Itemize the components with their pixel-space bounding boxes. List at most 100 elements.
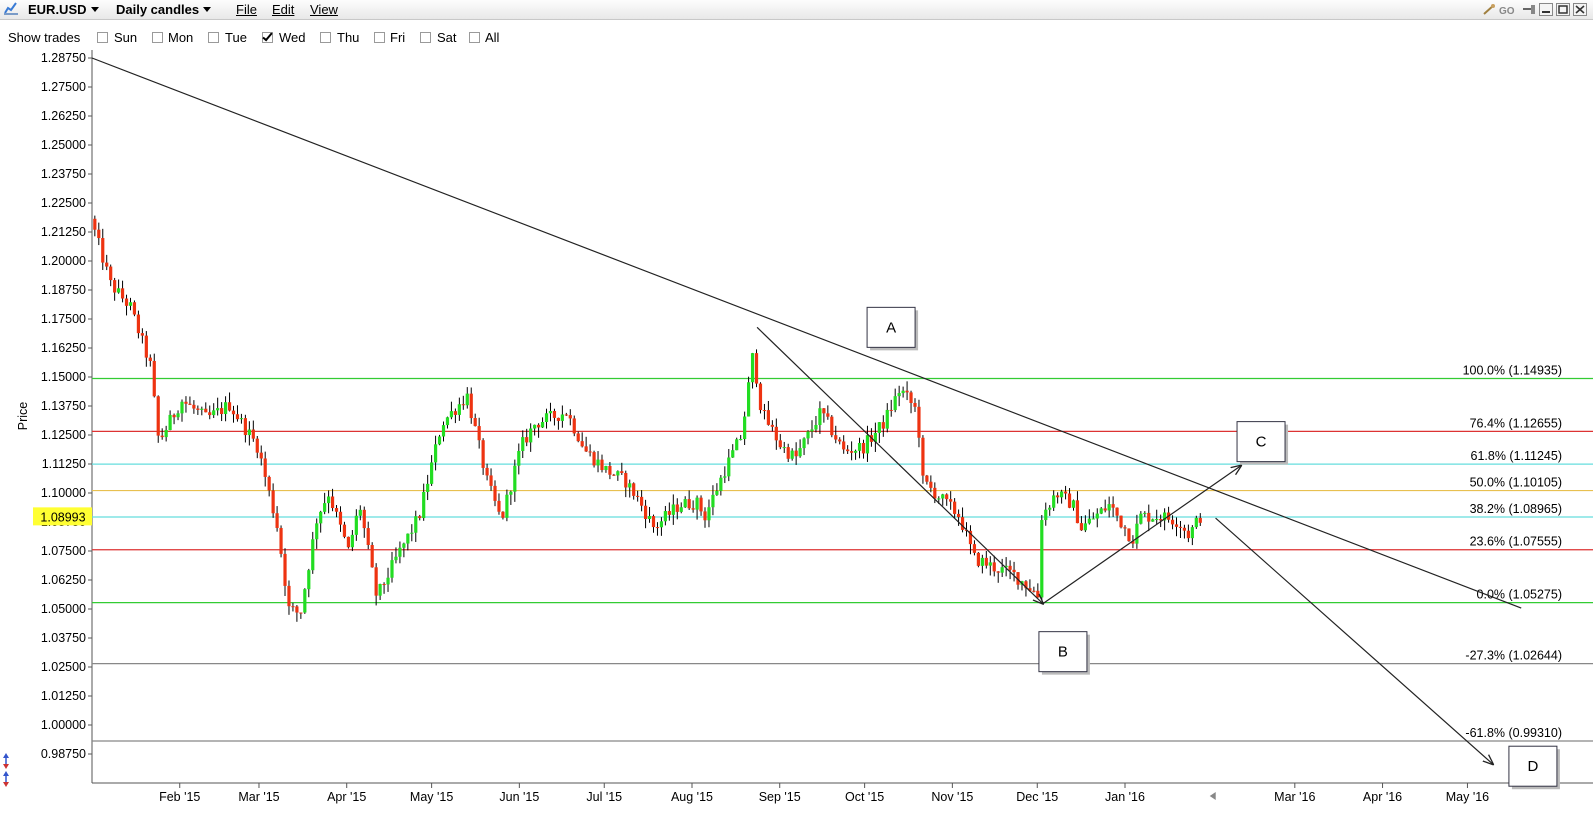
show-trades-bar: Show trades Sun Mon Tue Wed Thu Fri Sat … [0,28,1593,48]
candle-down [132,302,137,315]
candle-down [933,487,937,499]
candle-down [651,516,656,528]
candle-down [1115,507,1119,516]
candle-down [703,511,707,521]
candle-down [330,496,335,509]
candle-up [319,511,323,524]
candle-down [493,485,497,501]
candle-up [358,509,362,516]
candle-down [279,527,283,554]
candle-up [560,414,564,421]
checkbox-sun-label: Sun [114,30,138,45]
checkbox-fri-label: Fri [390,30,406,45]
y-axis-ticks: 1.28750 1.27500 1.26250 1.25000 1.23750 1.225… [41,51,92,761]
close-icon[interactable] [1573,2,1587,16]
candle-down [283,553,287,586]
vertical-scale-icon[interactable] [3,771,9,787]
candle-up [735,439,739,451]
checkbox-sat[interactable] [420,32,431,43]
drawing-objects[interactable]: A B C D [91,57,1560,790]
candle-down [754,353,759,384]
checkbox-all[interactable] [469,32,480,43]
candle-down [160,435,164,438]
candle-down [1123,527,1127,529]
candle-down [1119,515,1123,528]
menu-view[interactable]: View [310,2,338,17]
candle-down [136,314,141,334]
checkbox-mon[interactable] [152,32,163,43]
x-tick-label: Sep '15 [759,790,801,804]
candle-up [394,556,398,561]
x-axis-ticks: Feb '15 Mar '15 Apr '15 May '15 Jun '15 Jul '… [159,783,1489,804]
vertical-scale-icon[interactable] [3,753,9,769]
candle-up [1139,513,1143,524]
x-tick-label: Aug '15 [671,790,713,804]
candle-up [727,457,731,477]
candle-up [659,521,664,528]
y-tick-label: 1.12500 [41,428,86,442]
candle-down [1079,523,1084,531]
checkbox-wed-label: Wed [279,30,306,45]
candle-up [663,511,667,522]
scale-buttons[interactable] [3,753,9,787]
checkbox-wed[interactable] [262,32,273,43]
candle-up [509,491,513,495]
label-text: D [1527,758,1538,775]
badge-text: 1.08993 [40,510,85,524]
checkbox-thu[interactable] [320,32,331,43]
candle-up [683,499,687,508]
candle-down [881,422,885,429]
candle-up [1194,517,1198,528]
y-tick-label: 1.26250 [41,109,86,123]
candle-down [299,612,303,614]
candle-down [552,411,557,418]
candle-down [204,408,208,413]
candle-up [818,408,822,425]
candle-up [937,498,941,500]
price-chart[interactable]: Price 100.0% (1.14935) 76.4% (1.12655) 61.… [0,50,1593,824]
candle-down [140,333,144,336]
minimize-icon[interactable] [1539,2,1553,16]
link-icon[interactable] [1482,3,1496,16]
data-end-marker [1209,792,1216,800]
fib-level-label: 61.8% (1.11245) [1471,449,1563,463]
candle-down [338,511,343,525]
menu-file[interactable]: File [236,2,257,17]
candle-down [1103,508,1107,511]
candle-down [786,447,790,459]
checkbox-mon-label: Mon [168,30,194,45]
y-tick-label: 1.11250 [42,457,86,471]
candle-up [1143,512,1147,514]
fib-level-label: 76.4% (1.12655) [1470,416,1562,430]
candle-down [346,536,351,548]
candle-down [188,403,192,405]
menu-edit[interactable]: Edit [272,2,294,17]
label-text: C [1256,434,1267,451]
candle-down [113,280,117,293]
candle-up [164,430,168,438]
symbol-dropdown[interactable]: EUR.USD [28,2,99,17]
y-tick-label: 1.28750 [41,51,86,65]
go-icon[interactable]: GO [1499,3,1519,17]
maximize-icon[interactable] [1556,2,1570,16]
timeframe-dropdown[interactable]: Daily candles [116,2,212,17]
candle-down [762,410,767,412]
checkbox-sun[interactable] [97,32,108,43]
candle-up [711,494,715,508]
candle-down [984,557,988,566]
candle-up [719,477,723,491]
candle-down [960,517,965,530]
candle-up [422,491,426,519]
x-tick-label: Oct '15 [845,790,884,804]
candle-down [148,357,152,361]
candle-down [255,438,259,453]
checkbox-fri[interactable] [374,32,385,43]
pin-icon[interactable] [1522,3,1536,16]
candle-up [303,589,307,613]
y-tick-label: 1.17500 [41,312,86,326]
candle-down [766,410,771,425]
candle-down [101,238,105,263]
checkbox-tue[interactable] [208,32,219,43]
candle-down [953,501,957,514]
candle-down [366,528,370,545]
